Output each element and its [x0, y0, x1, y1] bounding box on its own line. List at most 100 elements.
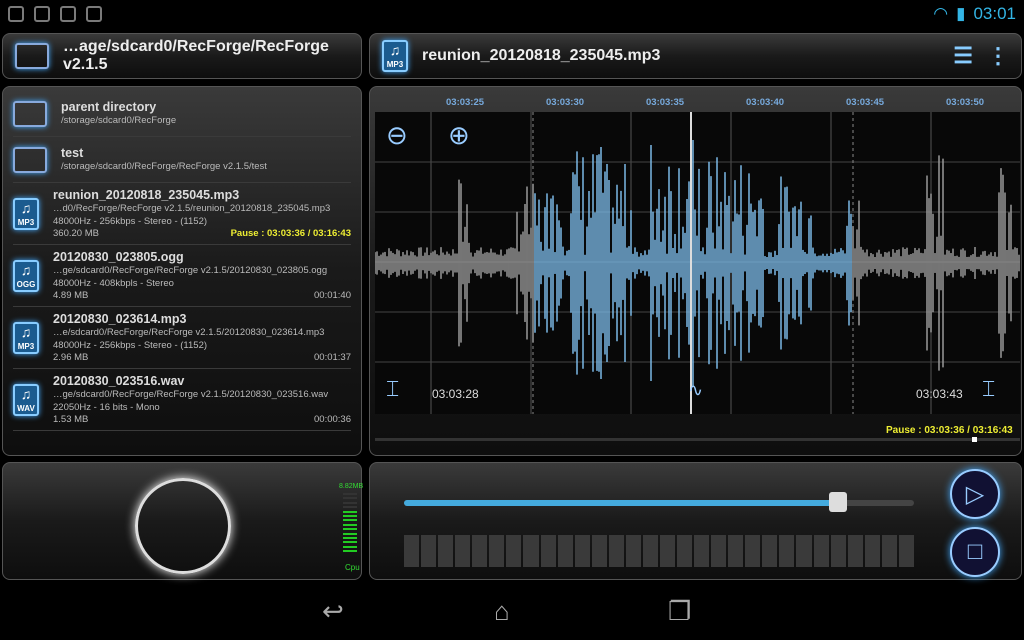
file-name: 20120830_023614.mp3 [53, 312, 187, 326]
stop-button[interactable]: □ [950, 527, 1000, 577]
level-bar [506, 535, 522, 567]
level-bar [404, 535, 420, 567]
file-name: test [61, 146, 84, 160]
right-marker-icon[interactable]: ⌶ [982, 376, 995, 402]
file-path: …d0/RecForge/RecForge v2.1.5/reunion_201… [53, 203, 331, 214]
file-list-item[interactable]: ♫ MP3 20120830_023614.mp3 …e/sdcard0/RecFor… [13, 307, 351, 369]
file-name: 20120830_023805.ogg [53, 250, 184, 264]
file-list: parent directory/storage/sdcard0/RecForg… [2, 86, 362, 456]
level-bar [830, 535, 846, 567]
mp3-file-icon: ♫ MP3 [382, 40, 408, 72]
file-list-item[interactable]: ♫ WAV 20120830_023516.wav …ge/sdcard0/RecFo… [13, 369, 351, 431]
status-bar: ◠ ▮ 03:01 [0, 0, 1024, 28]
meter-segment [343, 536, 357, 539]
level-bar [881, 535, 897, 567]
level-bar [421, 535, 437, 567]
level-bar [711, 535, 727, 567]
meter-segment [343, 493, 357, 495]
file-path: …ge/sdcard0/RecForge/RecForge v2.1.5/201… [53, 389, 329, 400]
download-icon [60, 6, 76, 22]
level-bar [659, 535, 675, 567]
level-bars [404, 535, 914, 567]
zoom-in-icon[interactable]: ⊕ [448, 120, 470, 151]
file-status: 00:01:37 [314, 352, 351, 363]
zoom-out-icon[interactable]: ⊖ [386, 120, 408, 151]
meter-segment [343, 550, 357, 553]
playback-panel: ▷ □ [369, 462, 1022, 580]
file-list-item[interactable]: ♫ MP3 reunion_20120818_235045.mp3 …d0/RecFo… [13, 183, 351, 245]
android-icon [86, 6, 102, 22]
waveform-view[interactable] [375, 112, 1020, 414]
folder-icon [13, 146, 47, 173]
record-button[interactable] [135, 478, 231, 574]
level-bar [472, 535, 488, 567]
meter-segment [343, 514, 357, 517]
left-marker-time: 03:03:28 [432, 387, 479, 401]
file-list-item[interactable]: test/storage/sdcard0/RecForge/RecForge v… [13, 137, 351, 183]
file-info: 22050Hz - 16 bits - Mono [53, 402, 160, 413]
overflow-menu-icon[interactable]: ⋮ [987, 43, 1009, 69]
file-path: …e/sdcard0/RecForge/RecForge v2.1.5/2012… [53, 327, 325, 338]
meter-segment [343, 501, 357, 504]
equalizer-icon[interactable]: ☰ [953, 43, 973, 69]
wav-file-icon: ♫ WAV [13, 383, 39, 416]
file-name: parent directory [61, 100, 157, 114]
recent-apps-button[interactable]: ❐ [668, 596, 691, 632]
level-bar [523, 535, 539, 567]
stop-icon: □ [967, 538, 983, 565]
record-panel: 8.82MB Cpu [2, 462, 364, 580]
mp3-file-icon: ♫ MP3 [13, 321, 39, 354]
file-size: 2.96 MB [53, 352, 89, 363]
play-button[interactable]: ▷ [950, 469, 1000, 519]
time-tick: 03:03:40 [746, 97, 785, 108]
meter-segment [343, 510, 357, 513]
cpu-meter [343, 493, 357, 555]
time-tick: 03:03:50 [946, 97, 985, 108]
file-list-item[interactable]: parent directory/storage/sdcard0/RecForg… [13, 91, 351, 137]
file-name: reunion_20120818_235045.mp3 [53, 188, 240, 202]
meter-segment [343, 541, 357, 544]
level-bar [779, 535, 795, 567]
file-info: 48000Hz - 408kbpls - Stereo [53, 278, 174, 289]
level-bar [677, 535, 693, 567]
meter-segment [343, 532, 357, 535]
file-status: 00:00:36 [314, 414, 351, 425]
file-list-item[interactable]: ♫ OGG 20120830_023805.ogg …ge/sdcard0/RecFo… [13, 245, 351, 307]
seek-bar[interactable] [404, 492, 914, 512]
ogg-file-icon: ♫ OGG [13, 259, 39, 292]
file-name: 20120830_023516.wav [53, 374, 185, 388]
file-status: Pause : 03:03:36 / 03:16:43 [230, 228, 351, 239]
current-path: …age/sdcard0/RecForge/RecForge v2.1.5 [63, 38, 329, 73]
level-bar [847, 535, 863, 567]
overview-scrollbar[interactable] [375, 437, 1020, 442]
level-bar [898, 535, 914, 567]
left-marker-icon[interactable]: ⌶ [386, 376, 399, 402]
level-bar [745, 535, 761, 567]
folder-header[interactable]: …age/sdcard0/RecForge/RecForge v2.1.5 [2, 33, 362, 79]
level-bar [694, 535, 710, 567]
level-bar [642, 535, 658, 567]
level-bar [574, 535, 590, 567]
time-tick: 03:03:45 [846, 97, 885, 108]
file-path: /storage/sdcard0/RecForge [61, 115, 177, 126]
facebook-icon [34, 6, 50, 22]
time-tick: 03:03:25 [446, 97, 485, 108]
parent-folder-icon [13, 100, 47, 127]
level-bar [608, 535, 624, 567]
meter-segment [343, 528, 357, 531]
home-button[interactable]: ⌂ [494, 596, 510, 632]
memory-label: 8.82MB [339, 483, 364, 490]
center-marker-icon[interactable]: ∿ [688, 380, 703, 401]
time-tick: 03:03:35 [646, 97, 685, 108]
right-marker-time: 03:03:43 [916, 387, 963, 401]
meter-segment [343, 523, 357, 526]
clock: 03:01 [973, 4, 1016, 23]
notification-icon [8, 6, 24, 22]
seek-progress [404, 500, 838, 506]
meter-segment [343, 506, 357, 509]
back-button[interactable]: ↩ [322, 596, 344, 632]
level-bar [813, 535, 829, 567]
seek-thumb[interactable] [828, 492, 847, 512]
meter-segment [343, 519, 357, 522]
level-bar [455, 535, 471, 567]
